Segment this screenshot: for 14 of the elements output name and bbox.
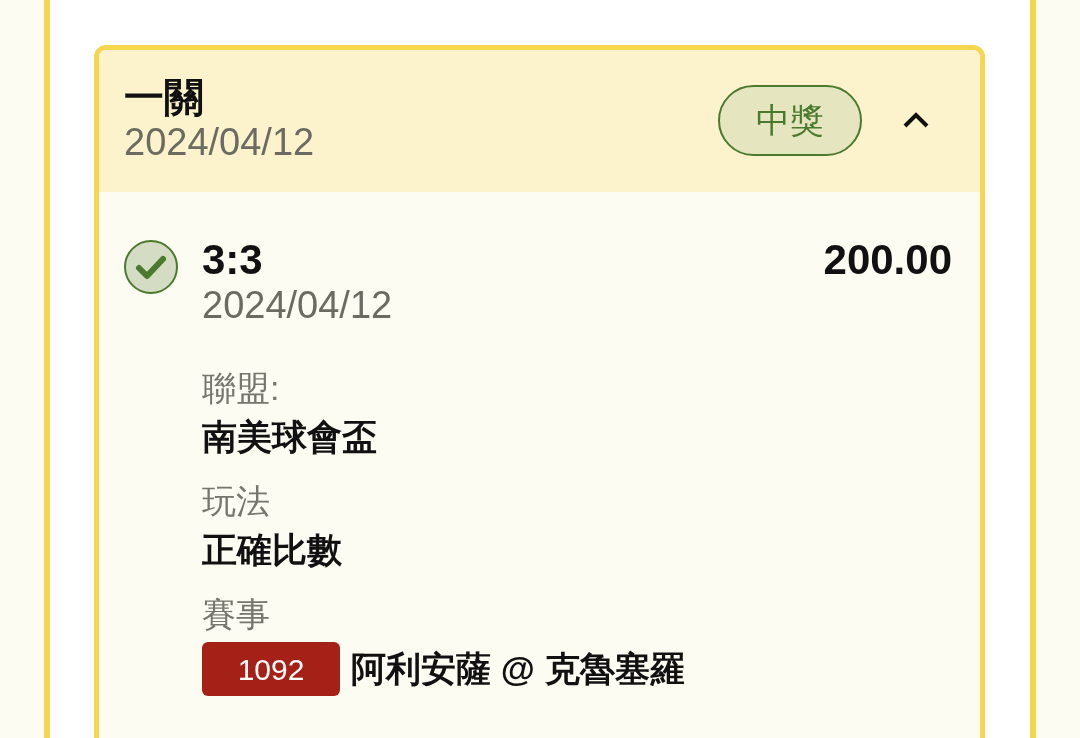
score-text: 3:3	[202, 238, 263, 282]
chevron-up-icon	[903, 112, 929, 128]
field-label: 賽事	[202, 594, 271, 635]
bet-date: 2024/04/12	[124, 120, 315, 165]
bet-type-title: 一關	[124, 75, 205, 119]
field-value: 正確比數	[202, 529, 343, 571]
amount-text: 200.00	[823, 238, 952, 282]
field-value: 南美球會盃	[202, 416, 378, 458]
selection-date: 2024/04/12	[202, 283, 394, 328]
status-badge: 中獎	[718, 84, 862, 156]
field-label: 聯盟:	[202, 368, 281, 409]
field-label: 玩法	[202, 481, 271, 522]
event-code-badge: 1092	[202, 642, 340, 696]
match-text: 阿利安薩 @ 克魯塞羅	[351, 648, 685, 690]
